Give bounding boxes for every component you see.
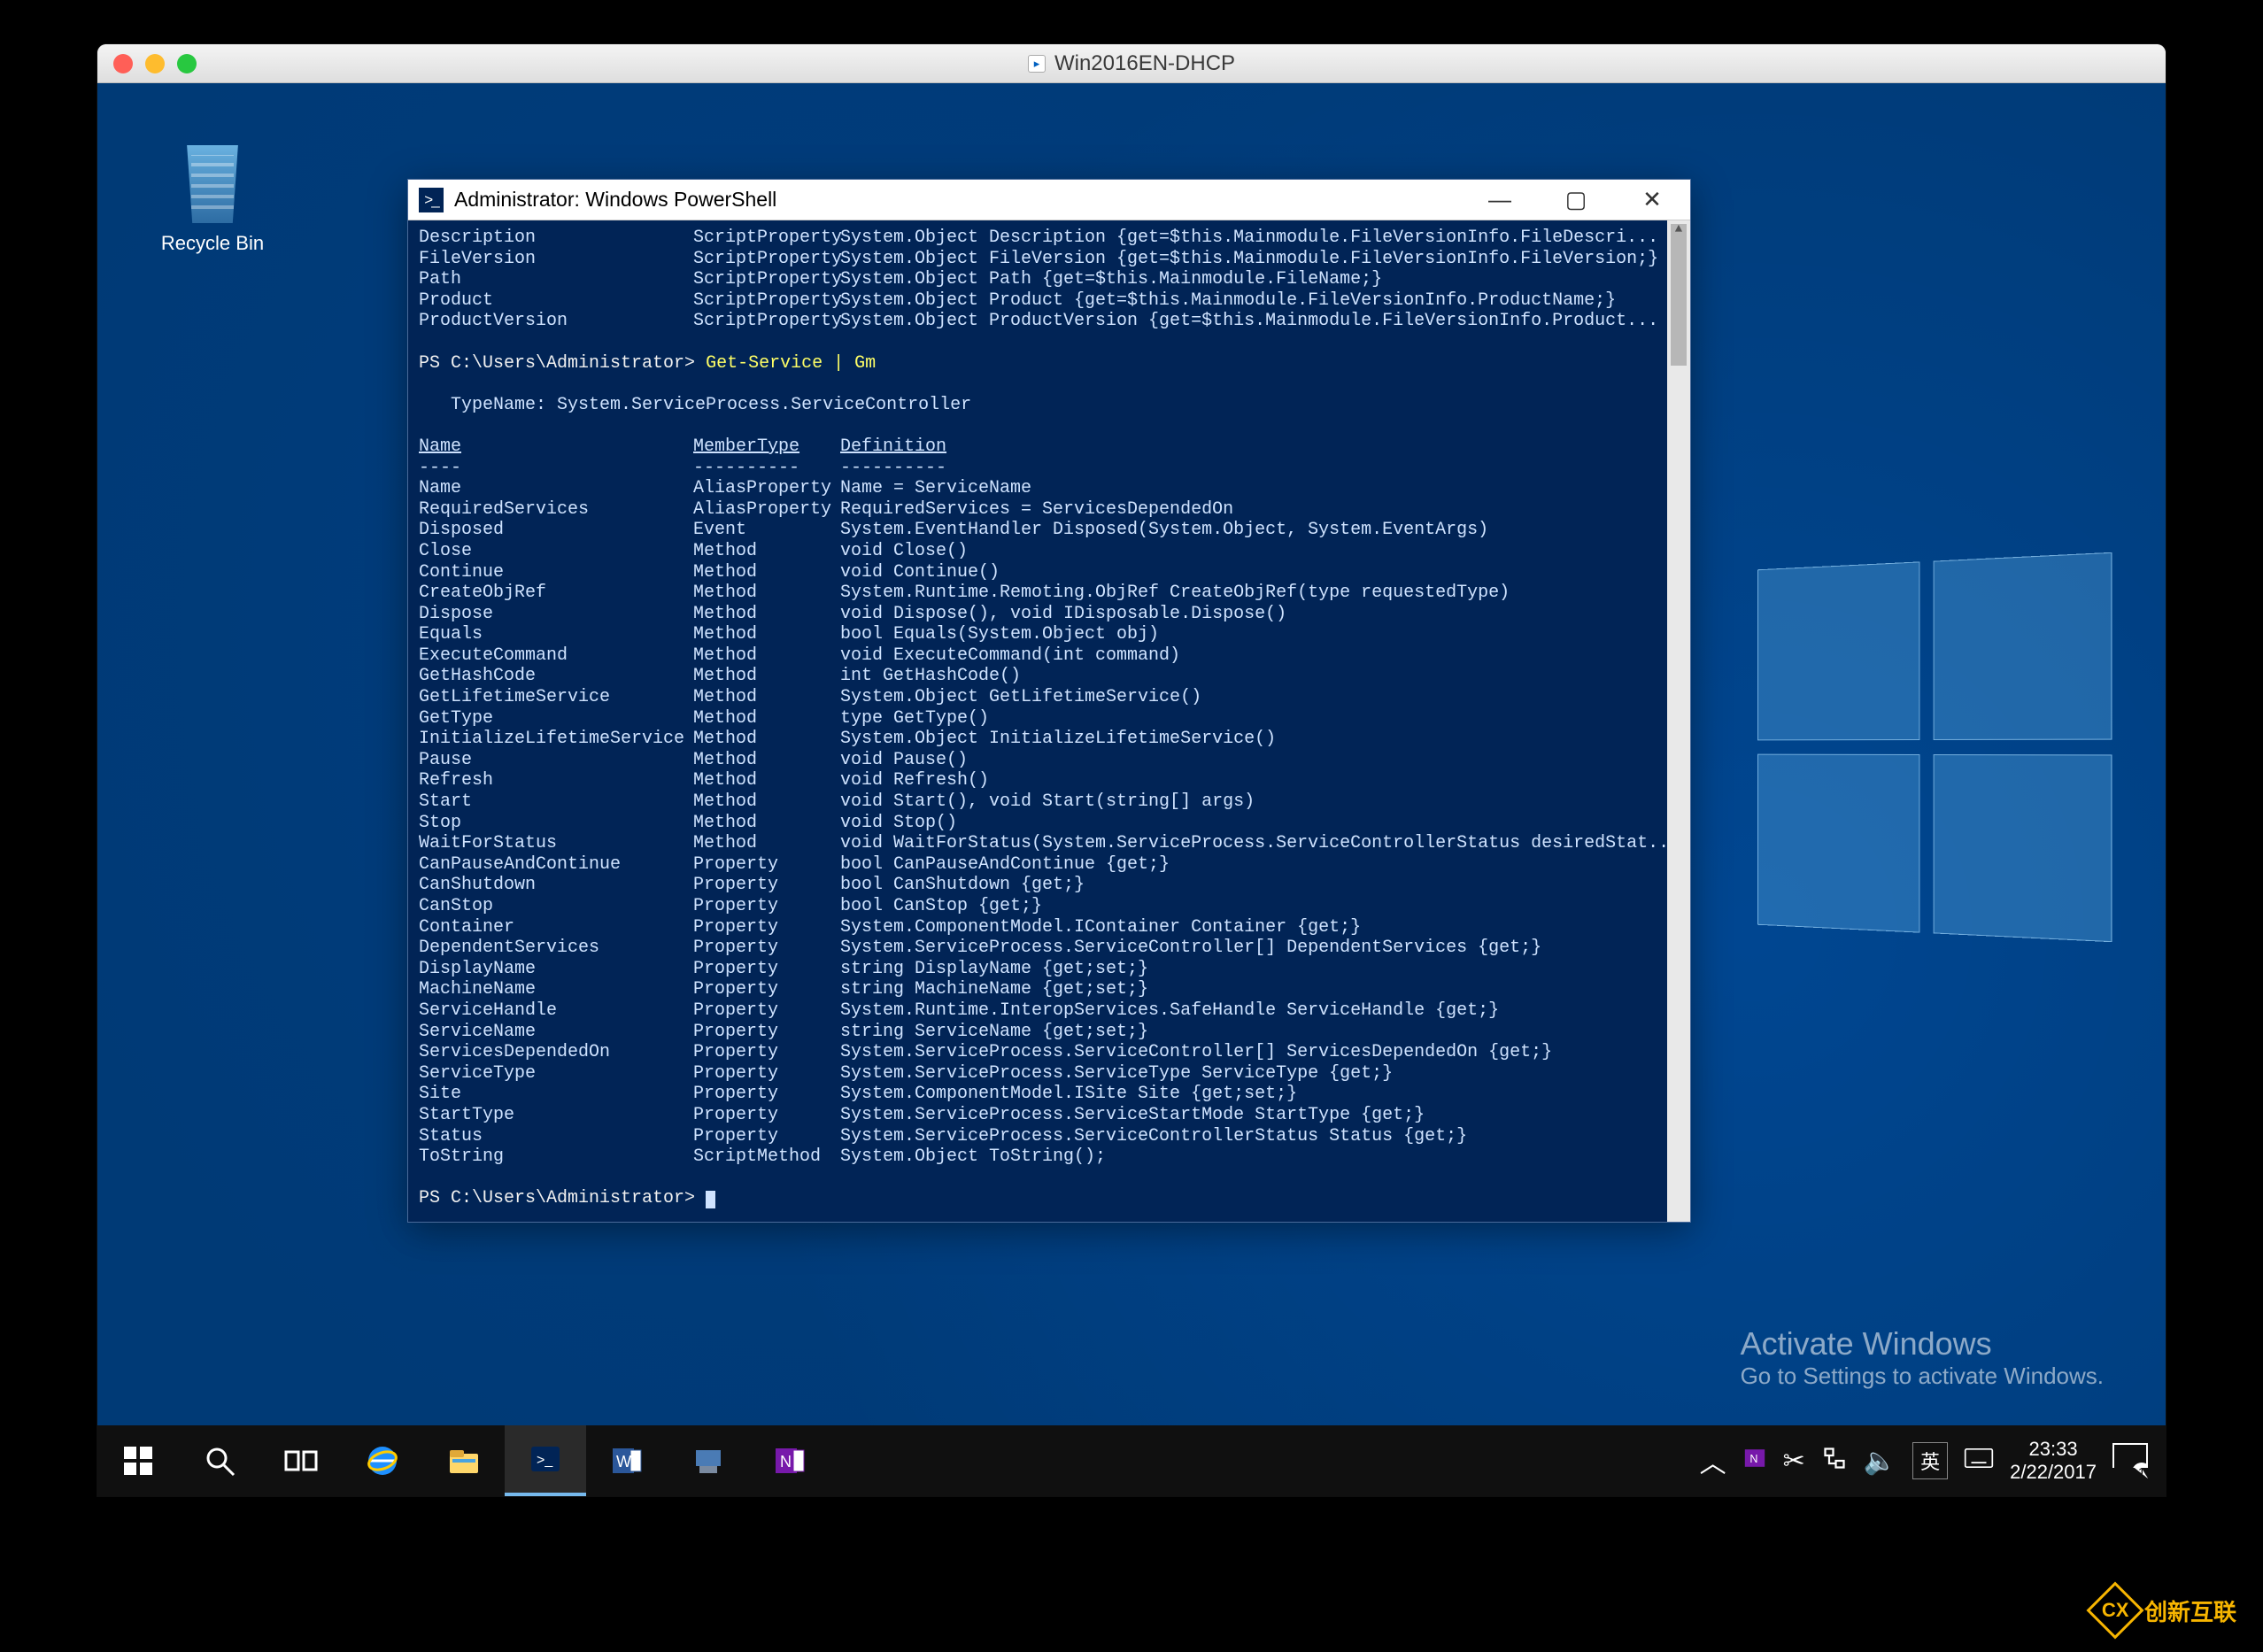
- mac-window-title-text: Win2016EN-DHCP: [1054, 51, 1235, 76]
- ps-output-row: InitializeLifetimeServiceMethodSystem.Ob…: [419, 729, 1680, 750]
- powershell-icon: [419, 188, 444, 212]
- ps-output-row: CanStopPropertybool CanStop {get;}: [419, 896, 1680, 917]
- ps-output-row: DisposeMethodvoid Dispose(), void IDispo…: [419, 604, 1680, 625]
- start-button[interactable]: [97, 1425, 179, 1496]
- mac-zoom-button[interactable]: [177, 54, 197, 73]
- powershell-close-button[interactable]: ✕: [1614, 180, 1690, 220]
- ps-output-row: StatusPropertySystem.ServiceProcess.Serv…: [419, 1126, 1680, 1147]
- ps-output-row: EqualsMethodbool Equals(System.Object ob…: [419, 624, 1680, 645]
- ps-output-row: GetHashCodeMethodint GetHashCode(): [419, 666, 1680, 687]
- tray-onenote-icon[interactable]: N: [1742, 1446, 1767, 1476]
- ps-prompt-current[interactable]: PS C:\Users\Administrator>: [419, 1188, 1680, 1209]
- recycle-bin[interactable]: Recycle Bin: [151, 145, 274, 255]
- tray-scissors-icon[interactable]: ✂: [1783, 1446, 1805, 1477]
- mac-close-button[interactable]: [113, 54, 133, 73]
- brand-badge: CX: [2086, 1581, 2143, 1639]
- ps-output-row: CanPauseAndContinuePropertybool CanPause…: [419, 854, 1680, 876]
- svg-text:N: N: [1749, 1453, 1757, 1465]
- ps-output-row: ContinueMethodvoid Continue(): [419, 562, 1680, 583]
- mac-minimize-button[interactable]: [145, 54, 165, 73]
- recycle-bin-icon: [179, 145, 246, 223]
- clock-time: 23:33: [2010, 1438, 2097, 1461]
- taskbar-word-icon[interactable]: W: [586, 1425, 668, 1496]
- ps-output-row: WaitForStatusMethodvoid WaitForStatus(Sy…: [419, 833, 1680, 854]
- ps-output-row: ------------------------: [419, 458, 1680, 479]
- ps-output-row: ExecuteCommandMethodvoid ExecuteCommand(…: [419, 645, 1680, 667]
- ps-output-row: ServicesDependedOnPropertySystem.Service…: [419, 1042, 1680, 1063]
- ps-output-row: NameAliasPropertyName = ServiceName: [419, 478, 1680, 499]
- vm-icon: [1028, 55, 1046, 73]
- powershell-window[interactable]: Administrator: Windows PowerShell — ▢ ✕ …: [407, 179, 1691, 1223]
- tray-keyboard-icon[interactable]: [1964, 1446, 1994, 1476]
- ps-output-row: ProductScriptPropertySystem.Object Produ…: [419, 290, 1680, 312]
- ps-output-row: SitePropertySystem.ComponentModel.ISite …: [419, 1084, 1680, 1105]
- mac-titlebar[interactable]: Win2016EN-DHCP: [97, 44, 2166, 83]
- powershell-console[interactable]: DescriptionScriptPropertySystem.Object D…: [408, 220, 1690, 1222]
- ps-output-row: NameMemberTypeDefinition: [419, 436, 1680, 458]
- windows-taskbar[interactable]: >_ W N ︿ N ✂ 🔈 英: [97, 1425, 2166, 1496]
- powershell-scrollbar[interactable]: [1667, 220, 1690, 1222]
- vm-host-window: Win2016EN-DHCP Recycle Bin Activate Wind…: [97, 44, 2166, 1496]
- ps-output-row: ContainerPropertySystem.ComponentModel.I…: [419, 917, 1680, 938]
- ps-output-row: CanShutdownPropertybool CanShutdown {get…: [419, 875, 1680, 896]
- ps-typename-line: TypeName: System.ServiceProcess.ServiceC…: [419, 395, 1680, 416]
- taskbar-clock[interactable]: 23:33 2/22/2017: [2010, 1438, 2097, 1485]
- ps-output-row: FileVersionScriptPropertySystem.Object F…: [419, 249, 1680, 270]
- svg-text:W: W: [616, 1453, 631, 1471]
- powershell-title-text: Administrator: Windows PowerShell: [454, 188, 776, 212]
- activate-windows-line1: Activate Windows: [1741, 1325, 2104, 1363]
- svg-text:N: N: [780, 1453, 792, 1471]
- ps-output-row: ServiceHandlePropertySystem.Runtime.Inte…: [419, 1000, 1680, 1022]
- taskbar-powershell-icon[interactable]: >_: [505, 1425, 586, 1496]
- ps-output-row: StartTypePropertySystem.ServiceProcess.S…: [419, 1105, 1680, 1126]
- tray-network-icon[interactable]: [1821, 1445, 1848, 1477]
- mac-window-title: Win2016EN-DHCP: [1028, 51, 1235, 76]
- ps-output-row: RequiredServicesAliasPropertyRequiredSer…: [419, 499, 1680, 521]
- ps-output-row: DependentServicesPropertySystem.ServiceP…: [419, 938, 1680, 959]
- ps-output-row: GetTypeMethodtype GetType(): [419, 708, 1680, 730]
- powershell-maximize-button[interactable]: ▢: [1538, 180, 1614, 220]
- svg-text:>_: >_: [537, 1453, 553, 1468]
- powershell-titlebar[interactable]: Administrator: Windows PowerShell — ▢ ✕: [408, 180, 1690, 220]
- ps-output-row: DisposedEventSystem.EventHandler Dispose…: [419, 520, 1680, 541]
- clock-date: 2/22/2017: [2010, 1461, 2097, 1484]
- tray-chevron-icon[interactable]: ︿: [1700, 1441, 1726, 1480]
- activate-windows-line2: Go to Settings to activate Windows.: [1741, 1363, 2104, 1390]
- ps-output-row: ToStringScriptMethodSystem.Object ToStri…: [419, 1146, 1680, 1168]
- ps-output-row: StopMethodvoid Stop(): [419, 813, 1680, 834]
- search-button[interactable]: [179, 1425, 260, 1496]
- ps-output-row: GetLifetimeServiceMethodSystem.Object Ge…: [419, 687, 1680, 708]
- ps-output-row: ServiceNamePropertystring ServiceName {g…: [419, 1022, 1680, 1043]
- ps-cursor: [706, 1191, 715, 1208]
- powershell-minimize-button[interactable]: —: [1462, 180, 1538, 220]
- ps-output-row: RefreshMethodvoid Refresh(): [419, 770, 1680, 791]
- brand-text: 创新互联: [2144, 1594, 2236, 1627]
- ps-output-row: PathScriptPropertySystem.Object Path {ge…: [419, 269, 1680, 290]
- ps-output-row: CloseMethodvoid Close(): [419, 541, 1680, 562]
- recycle-bin-label: Recycle Bin: [151, 232, 274, 255]
- task-view-button[interactable]: [260, 1425, 342, 1496]
- taskbar-explorer-icon[interactable]: [423, 1425, 505, 1496]
- ps-output-row: StartMethodvoid Start(), void Start(stri…: [419, 791, 1680, 813]
- tray-ime-indicator[interactable]: 英: [1912, 1442, 1948, 1479]
- ps-output-row: DisplayNamePropertystring DisplayName {g…: [419, 959, 1680, 980]
- ps-output-row: MachineNamePropertystring MachineName {g…: [419, 979, 1680, 1000]
- taskbar-ie-icon[interactable]: [342, 1425, 423, 1496]
- ps-output-row: ProductVersionScriptPropertySystem.Objec…: [419, 311, 1680, 332]
- ps-output-row: ServiceTypePropertySystem.ServiceProcess…: [419, 1063, 1680, 1085]
- ps-prompt-line: PS C:\Users\Administrator> Get-Service |…: [419, 353, 1680, 374]
- action-center-button[interactable]: [2112, 1443, 2148, 1478]
- ps-output-row: CreateObjRefMethodSystem.Runtime.Remotin…: [419, 583, 1680, 604]
- activate-windows-watermark: Activate Windows Go to Settings to activ…: [1741, 1325, 2104, 1390]
- taskbar-onenote-icon[interactable]: N: [749, 1425, 830, 1496]
- brand-watermark: CX 创新互联: [2095, 1590, 2236, 1631]
- ps-output-row: PauseMethodvoid Pause(): [419, 750, 1680, 771]
- windows-desktop[interactable]: Recycle Bin Activate Windows Go to Setti…: [97, 83, 2166, 1496]
- taskbar-server-manager-icon[interactable]: [668, 1425, 749, 1496]
- windows-logo-wallpaper: [1757, 552, 2112, 942]
- ps-output-row: DescriptionScriptPropertySystem.Object D…: [419, 228, 1680, 249]
- tray-volume-icon[interactable]: 🔈: [1864, 1446, 1896, 1477]
